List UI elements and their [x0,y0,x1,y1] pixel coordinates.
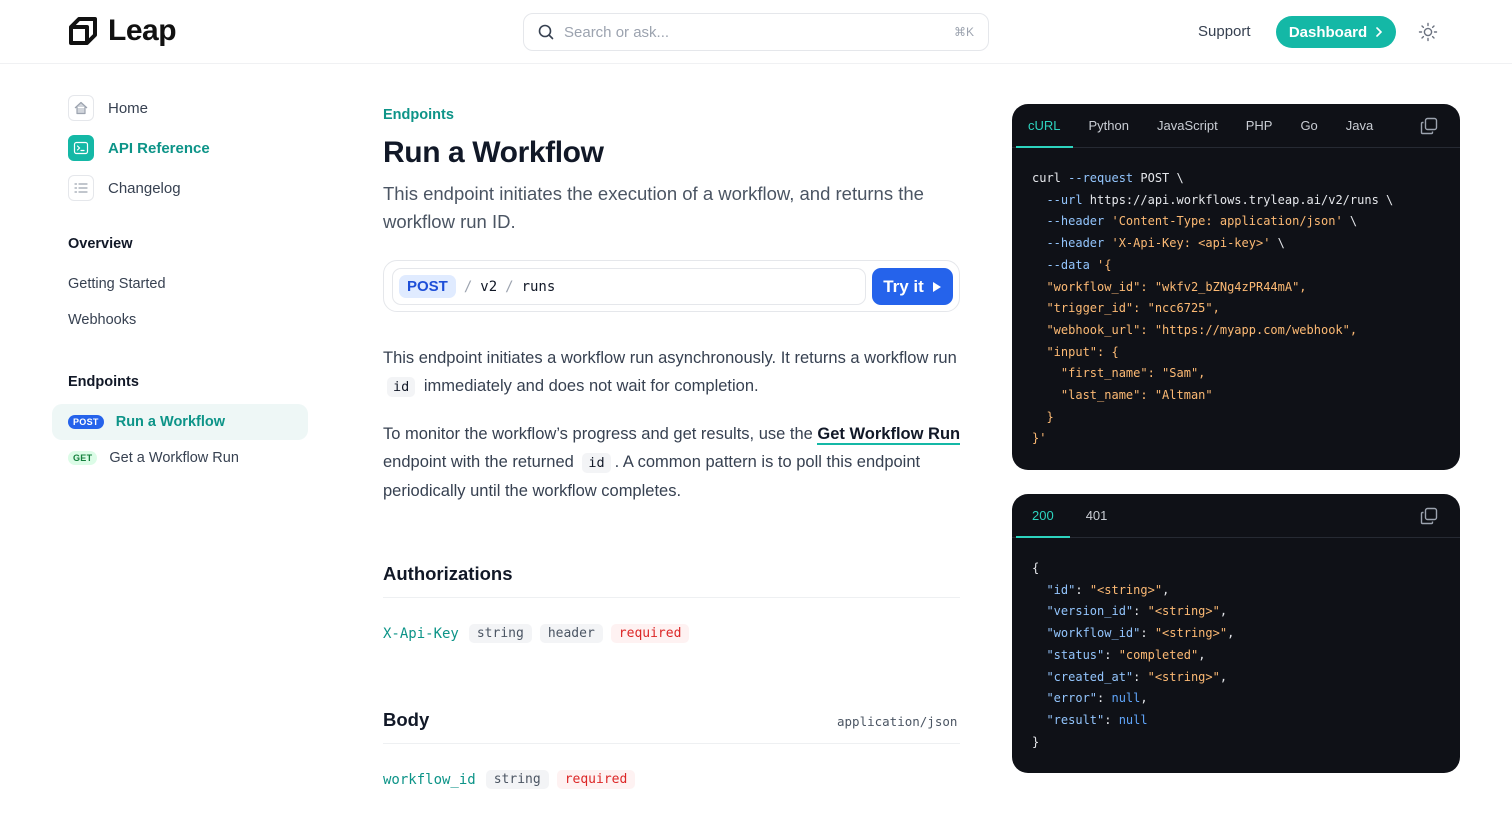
list-icon [68,175,94,201]
copy-icon[interactable] [1420,507,1438,525]
field-name[interactable]: X-Api-Key [383,626,459,642]
sidebar-item-label: Run a Workflow [115,414,226,430]
page-title: Run a Workflow [383,136,604,169]
sidebar-item-home[interactable]: Home [68,95,148,121]
page-subtitle: This endpoint initiates the execution of… [383,183,924,232]
try-it-label: Try it [883,276,924,296]
description-paragraph: This endpoint initiates a workflow run a… [383,349,957,397]
field-name[interactable]: workflow_id [383,772,476,788]
sidebar-item-getting-started[interactable]: Getting Started [68,276,166,292]
endpoint-path[interactable]: POST / v2 / runs [392,268,866,305]
sidebar-item-label: API Reference [108,139,210,157]
required-badge: required [556,770,636,789]
sidebar-item-label: Home [108,99,149,117]
sidebar-item-webhooks[interactable]: Webhooks [68,312,136,328]
divider [383,597,960,598]
sidebar-heading-overview: Overview [68,236,133,252]
request-code-panel: cURL Python JavaScript PHP Go Java curl … [1012,104,1460,470]
method-badge: GET [68,451,98,465]
description-paragraph: To monitor the workflow’s progress and g… [383,425,961,500]
sidebar-item-run-workflow[interactable]: POST Run a Workflow [52,404,308,440]
field-type: string [485,770,549,789]
get-workflow-run-link[interactable]: Get Workflow Run [817,425,961,445]
chevron-right-icon [1376,27,1383,37]
section-title-body: Body [383,709,430,730]
tab-go[interactable]: Go [1288,104,1329,147]
request-code-block[interactable]: curl --request POST \ --url https://api.… [1012,148,1460,470]
leap-logo-icon [69,17,97,45]
top-bar: Leap Search or ask... ⌘K Support Dashboa… [0,0,1512,64]
inline-code: id [387,377,416,397]
content-type-label: application/json [837,714,958,729]
sun-icon[interactable] [1418,22,1438,42]
method-badge: POST [68,415,104,429]
required-badge: required [610,624,690,643]
path-segment: v2 [480,278,498,295]
support-link[interactable]: Support [1198,23,1251,40]
tab-200[interactable]: 200 [1016,494,1070,538]
endpoint-bar: POST / v2 / runs Try it [383,260,960,312]
method-badge: POST [399,275,456,298]
language-tabs: cURL Python JavaScript PHP Go Java [1012,104,1460,148]
tab-curl[interactable]: cURL [1016,104,1073,148]
status-tabs: 200 401 [1012,494,1460,538]
sidebar-item-changelog[interactable]: Changelog [68,175,181,201]
play-icon [932,281,941,292]
sidebar-item-label: Changelog [108,179,181,197]
terminal-icon [68,135,94,161]
tab-java[interactable]: Java [1334,104,1385,147]
search-shortcut: ⌘K [953,25,974,39]
logo-text: Leap [108,14,177,47]
tab-javascript[interactable]: JavaScript [1145,104,1230,147]
tab-php[interactable]: PHP [1234,104,1285,147]
try-it-button[interactable]: Try it [872,268,953,305]
section-title-authorizations: Authorizations [383,563,513,584]
search-placeholder: Search or ask... [564,23,670,41]
divider [383,743,960,744]
body-field-row: workflow_id string required [383,770,636,789]
search-input[interactable]: Search or ask... ⌘K [523,13,989,51]
breadcrumb: Endpoints [383,107,454,123]
tab-401[interactable]: 401 [1074,494,1120,537]
sidebar-item-get-workflow-run[interactable]: GET Get a Workflow Run [52,440,308,476]
sidebar-heading-endpoints: Endpoints [68,374,139,390]
sidebar-item-label: Get a Workflow Run [109,450,239,466]
field-location: header [539,624,603,643]
path-segment: runs [521,278,556,295]
tab-python[interactable]: Python [1077,104,1141,147]
logo[interactable]: Leap [68,14,177,48]
inline-code: id [582,453,611,473]
search-icon [538,24,554,40]
dashboard-button[interactable]: Dashboard [1276,16,1396,48]
response-code-panel: 200 401 { "id": "<string>", "version_id"… [1012,494,1460,773]
field-type: string [468,624,532,643]
response-code-block[interactable]: { "id": "<string>", "version_id": "<stri… [1012,538,1460,773]
copy-icon[interactable] [1420,117,1438,135]
sidebar-item-api-reference[interactable]: API Reference [68,135,210,161]
home-icon [68,95,94,121]
dashboard-label: Dashboard [1288,23,1368,41]
auth-field-row: X-Api-Key string header required [383,624,690,643]
